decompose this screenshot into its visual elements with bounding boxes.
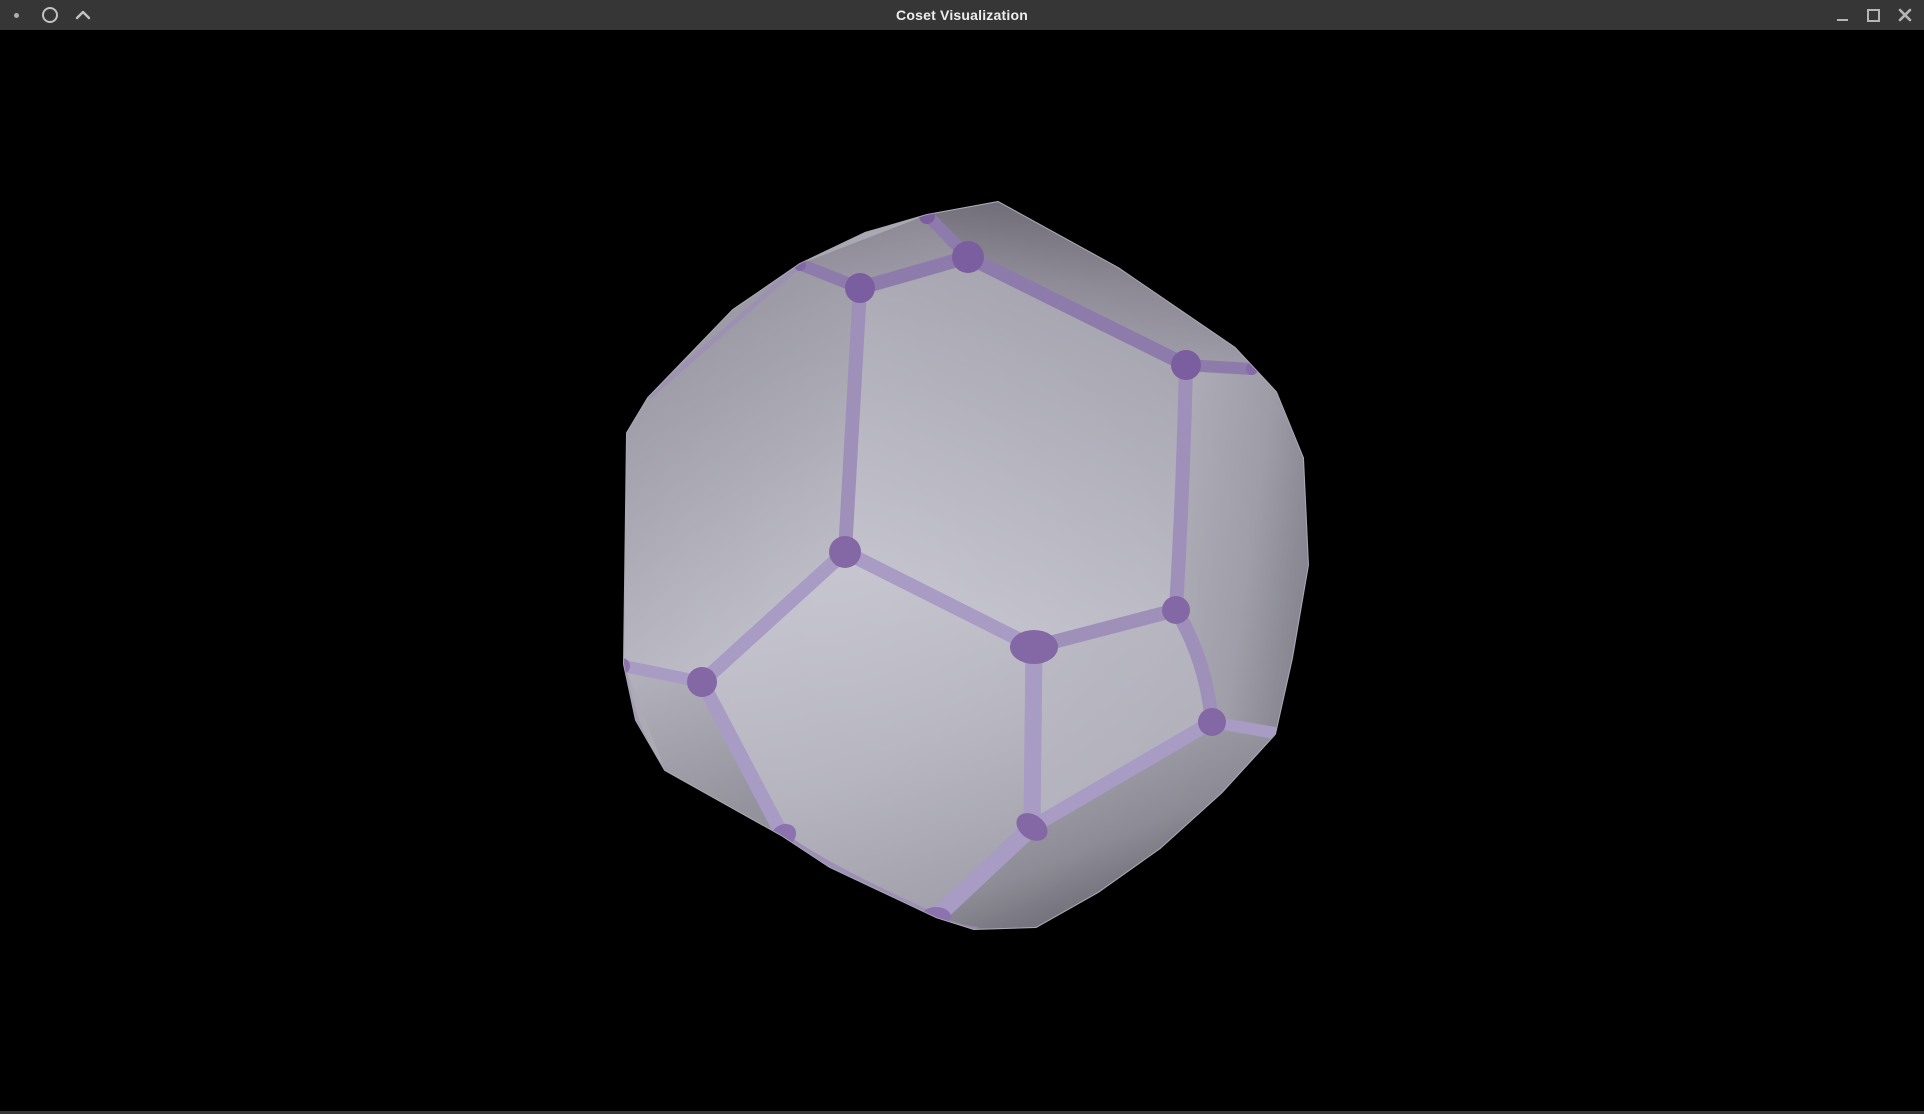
dot-icon [14, 13, 19, 18]
minimize-icon [1837, 19, 1848, 21]
titlebar: Coset Visualization [0, 0, 1924, 30]
circle-icon [42, 7, 58, 23]
chevron-up-icon [75, 10, 91, 20]
circle-button[interactable] [33, 0, 66, 30]
titlebar-left-controls [0, 0, 99, 30]
close-button[interactable] [1889, 0, 1920, 30]
app-window: Coset Visualization [0, 0, 1924, 1114]
vertex-right-mid [1162, 596, 1190, 624]
vertex-left-silhouette [614, 658, 630, 674]
edge-vc-v8 [1032, 647, 1034, 827]
vertex-center [1010, 630, 1058, 664]
vertex-upper-left-silhouette [794, 259, 806, 271]
menu-dot-button[interactable] [0, 0, 33, 30]
expand-button[interactable] [66, 0, 99, 30]
titlebar-window-controls [1827, 0, 1920, 30]
3d-viewport[interactable] [0, 30, 1924, 1111]
vertex-top [952, 241, 984, 273]
vertex-left [687, 667, 717, 697]
maximize-icon [1867, 9, 1880, 22]
shading-highlight [560, 170, 1380, 970]
vertex-top-left [845, 273, 875, 303]
vertex-right-low [1198, 708, 1226, 736]
vertex-bottom [921, 907, 951, 927]
close-icon [1898, 8, 1912, 22]
minimize-button[interactable] [1827, 0, 1858, 30]
vertex-mid-left [829, 536, 861, 568]
maximize-button[interactable] [1858, 0, 1889, 30]
vertex-top-right [1171, 350, 1201, 380]
window-title: Coset Visualization [896, 7, 1028, 23]
coset-polyhedron-render [0, 30, 1924, 1111]
